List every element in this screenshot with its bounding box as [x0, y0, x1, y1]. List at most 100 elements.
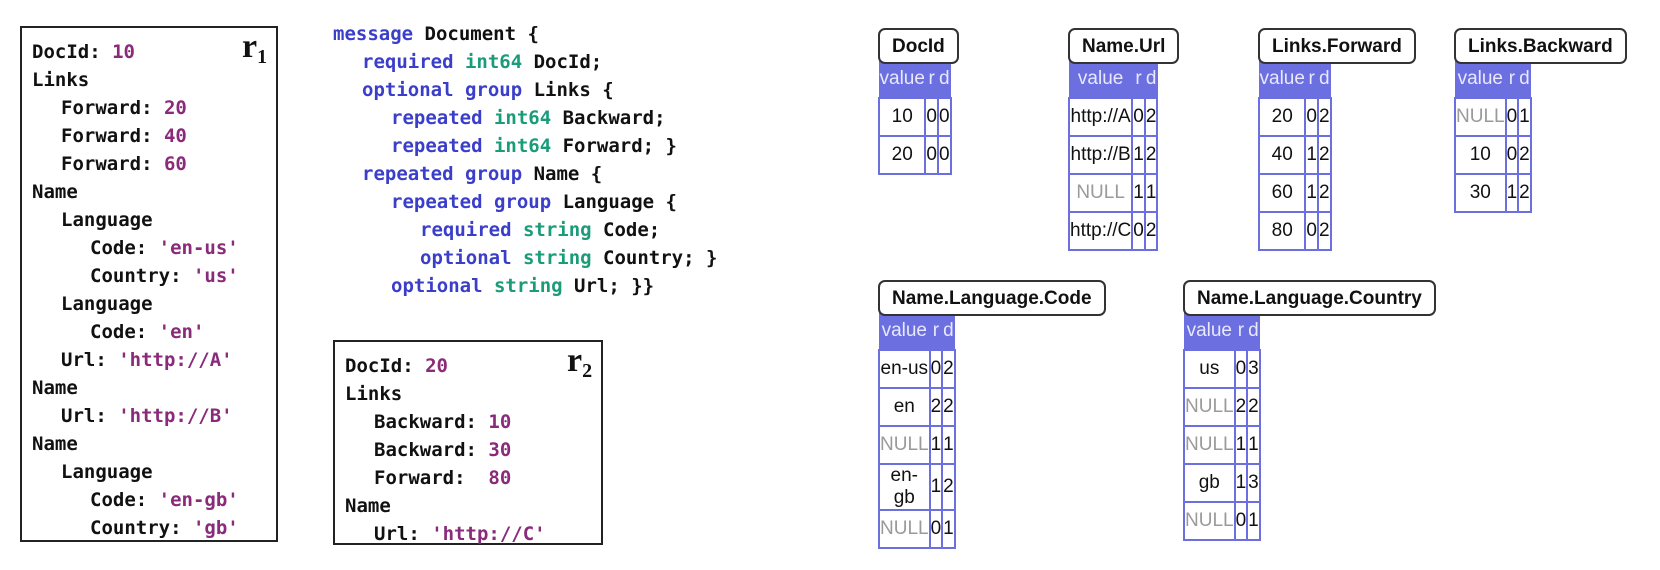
column-header-d: d [941, 312, 956, 351]
record-line: Forward: 20 [32, 94, 239, 122]
column-header-value: value [1454, 60, 1507, 99]
cell-value: en-us [878, 349, 931, 389]
record-line: Links [32, 66, 239, 94]
cell-repetition-level: 1 [928, 425, 944, 465]
table-row: us 0 3 [1183, 349, 1261, 389]
record-field-value: 'en-us' [158, 237, 239, 259]
record-field-key: DocId: [32, 41, 101, 63]
cell-value: NULL [1183, 425, 1236, 465]
cell-definition-level: 1 [1517, 97, 1532, 137]
cell-repetition-level: 0 [928, 509, 944, 549]
column-header-row: value r d [1454, 60, 1532, 99]
schema-line: optional string Url; }} [333, 272, 717, 300]
cell-repetition-level: 1 [1131, 173, 1146, 213]
record-field-key: DocId: [345, 355, 414, 377]
record-field-key: Country: [90, 265, 182, 287]
record-r2-lines: DocId: 20 Links Backward: 10 Backward: 30 Fo… [345, 352, 546, 548]
record-field-value: 10 [488, 411, 512, 433]
cell-definition-level: 2 [1317, 97, 1332, 137]
cell-repetition-level: 1 [1304, 135, 1319, 175]
cell-definition-level: 1 [941, 509, 956, 549]
schema-token: string [522, 247, 604, 269]
cell-repetition-level: 1 [1304, 173, 1319, 213]
cell-value: 80 [1257, 211, 1307, 251]
column-table: value r d 20 0 2 40 1 2 60 1 2 80 0 2 [1257, 60, 1332, 251]
schema-token: message [333, 23, 425, 45]
record-line: Forward: 40 [32, 122, 239, 150]
schema-token: repeated group [362, 163, 534, 185]
schema-token: DocId; [533, 51, 603, 73]
schema-token: Url; }} [574, 275, 655, 297]
cell-repetition-level: 1 [1504, 173, 1520, 213]
schema-token: Language { [562, 191, 677, 213]
column-header-r: r [929, 312, 943, 351]
column-header-r: r [1505, 60, 1519, 99]
record-line: DocId: 10 [32, 38, 239, 66]
record-line: Name [32, 374, 239, 402]
cell-definition-level: 3 [1246, 349, 1261, 389]
schema-line: required int64 DocId; [333, 48, 717, 76]
record-field-key: Forward: [61, 97, 153, 119]
column-header-value: value [878, 312, 931, 351]
cell-repetition-level: 0 [1131, 97, 1146, 137]
column-header-value: value [1258, 60, 1306, 99]
record-line: Code: 'en' [32, 318, 239, 346]
column-title: Name.Language.Country [1183, 280, 1436, 316]
column-title: Links.Backward [1454, 28, 1627, 64]
record-r2: r2 DocId: 20 Links Backward: 10 Backward: 3… [333, 340, 603, 545]
record-field-key: Forward: [374, 467, 466, 489]
record-field-value: 40 [163, 125, 187, 147]
record-field-key: Code: [90, 237, 148, 259]
record-field-value: 10 [112, 41, 135, 63]
cell-repetition-level: 1 [928, 463, 944, 511]
cell-value: http://B [1067, 135, 1134, 175]
column-header-r: r [1234, 312, 1248, 351]
cell-definition-level: 2 [1143, 211, 1159, 251]
cell-repetition-level: 1 [1233, 463, 1249, 503]
cell-value: 40 [1257, 135, 1307, 175]
record-line: Language [32, 206, 239, 234]
table-row: 10 0 2 [1454, 135, 1532, 175]
record-field-value: 'us' [192, 265, 239, 287]
schema-line: repeated int64 Backward; [333, 104, 717, 132]
record-field-key: Language [61, 461, 153, 483]
cell-repetition-level: 0 [1233, 349, 1249, 389]
record-field-key: Url: [374, 523, 420, 545]
cell-definition-level: 3 [1246, 463, 1261, 503]
cell-definition-level: 2 [1143, 97, 1159, 137]
column-header-d: d [1144, 60, 1158, 99]
schema-token: Backward; [562, 107, 666, 129]
schema-token: repeated [391, 107, 494, 129]
cell-definition-level: 1 [1246, 501, 1261, 541]
column-header-r: r [1304, 60, 1319, 99]
cell-definition-level: 2 [1143, 135, 1159, 175]
cell-definition-level: 2 [1246, 387, 1261, 427]
column-header-d: d [937, 60, 952, 99]
table-row: 60 1 2 [1257, 173, 1332, 213]
schema-token: repeated group [391, 191, 563, 213]
cell-value: gb [1183, 463, 1236, 503]
column-table: value r d us 0 3 NULL 2 2 NULL 1 1 gb 1 3 NULL 0 1 [1183, 312, 1261, 541]
cell-definition-level: 1 [1246, 425, 1261, 465]
column-header-d: d [1246, 312, 1261, 351]
cell-definition-level: 0 [937, 135, 952, 175]
column-header-r: r [1131, 60, 1146, 99]
schema-line: repeated group Language { [333, 188, 717, 216]
schema-token: optional [420, 247, 523, 269]
record-field-value: 80 [476, 467, 512, 489]
cell-value: NULL [1183, 501, 1236, 541]
schema-definition: message Document {required int64 DocId; o… [333, 20, 717, 300]
cell-value: 20 [1257, 97, 1307, 137]
record-field-key: Links [32, 69, 90, 91]
column-header-r: r [924, 60, 939, 99]
column-header-value: value [1068, 60, 1133, 99]
schema-token: optional [391, 275, 494, 297]
schema-line: optional group Links { [333, 76, 717, 104]
record-field-value: 20 [425, 355, 448, 377]
record-field-value: 'en-gb' [158, 489, 239, 511]
record-field-key: Name [32, 181, 78, 203]
table-row: http://B 1 2 [1067, 135, 1159, 175]
record-field-key: Backward: [374, 439, 477, 461]
table-row: 80 0 2 [1257, 211, 1332, 251]
record-line: Country: 'us' [32, 262, 239, 290]
